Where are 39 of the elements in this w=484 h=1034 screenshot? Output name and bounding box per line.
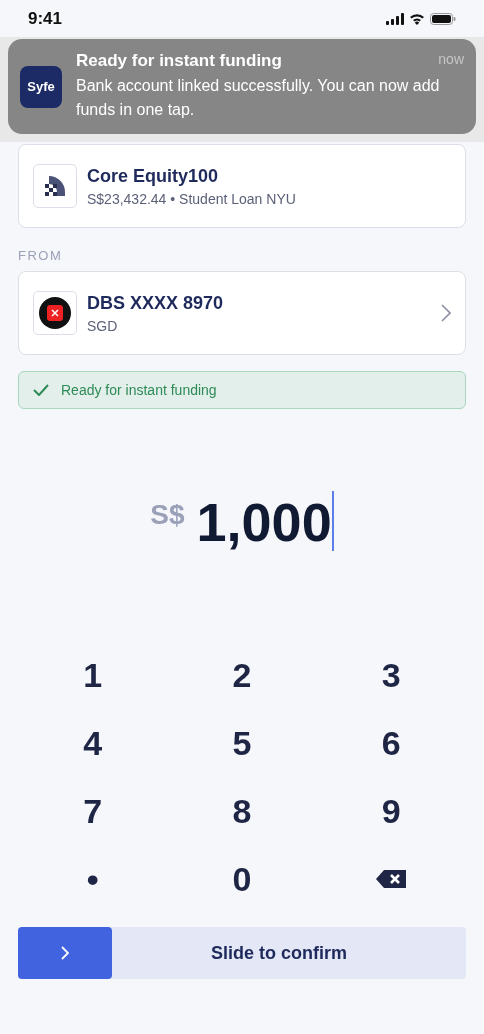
keypad-key[interactable]: 3	[316, 645, 466, 705]
slider-label: Slide to confirm	[210, 942, 348, 964]
bank-logo-icon	[39, 297, 71, 329]
keypad-key[interactable]: 2	[167, 645, 317, 705]
keypad-key[interactable]: 9	[316, 781, 466, 841]
text-cursor	[331, 491, 334, 551]
signal-icon	[386, 12, 404, 25]
bank-account-name: DBS XXXX 8970	[87, 292, 225, 314]
keypad-key[interactable]: •	[18, 849, 168, 909]
app-icon: Syfe	[20, 65, 62, 108]
chevron-right-icon	[61, 946, 69, 960]
keypad-key[interactable]: 1	[18, 645, 168, 705]
keypad-key[interactable]: 7	[18, 781, 168, 841]
bank-account-card[interactable]: DBS XXXX 8970 SGD	[18, 271, 466, 355]
status-text: Ready for instant funding	[61, 382, 217, 398]
account-detail: S$23,432.44 • Student Loan NYU	[87, 190, 297, 207]
keypad-key[interactable]: 6	[316, 713, 466, 773]
portfolio-logo-icon	[43, 174, 67, 198]
currency-label: SGD	[87, 317, 119, 334]
notification-time: now	[438, 51, 464, 69]
keypad-key[interactable]: 8	[167, 781, 317, 841]
keypad-key[interactable]: 5	[167, 713, 317, 773]
slide-handle[interactable]	[18, 927, 112, 979]
check-icon	[33, 384, 49, 396]
keypad-key[interactable]: 0	[167, 849, 317, 909]
notification-banner[interactable]: Syfe Ready for instant funding now Bank account linked successfully. You can now add funds in one tap.	[8, 39, 476, 134]
account-card[interactable]: Core Equity100 S$23,432.44 • Student Loan NYU	[18, 144, 466, 228]
chevron-right-icon	[441, 304, 451, 322]
keypad-key[interactable]: 4	[18, 713, 168, 773]
notification-body: Bank account linked successfully. You can now add funds in one tap.	[76, 76, 441, 120]
account-name: Core Equity100	[87, 165, 220, 187]
notification-title: Ready for instant funding	[76, 51, 282, 71]
section-label: FROM	[18, 248, 64, 263]
backspace-icon	[375, 869, 408, 889]
status-time: 9:41	[28, 8, 63, 29]
battery-icon	[430, 12, 456, 25]
currency-symbol: S$	[150, 499, 185, 531]
wifi-icon	[409, 12, 425, 25]
amount-value[interactable]: 1,000	[196, 491, 332, 553]
